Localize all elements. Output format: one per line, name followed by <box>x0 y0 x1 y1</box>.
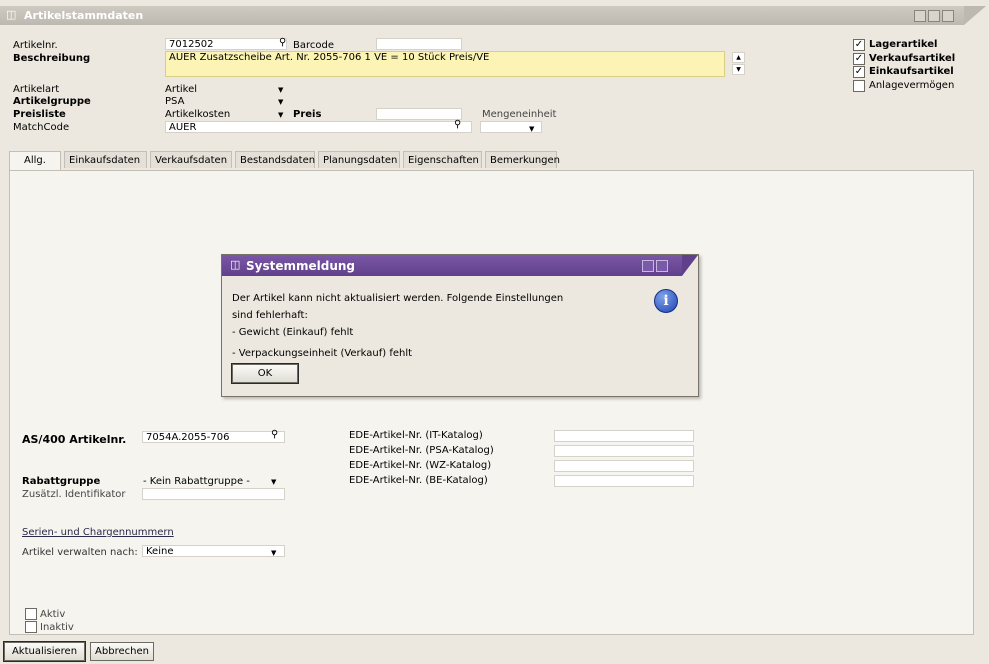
artikelart-label: Artikelart <box>13 84 60 95</box>
barcode-field[interactable] <box>376 38 462 50</box>
preisliste-label: Preisliste <box>13 109 66 120</box>
rabattgruppe-select[interactable]: - Kein Rabattgruppe - <box>143 476 250 487</box>
aktiv-label: Aktiv <box>40 609 66 620</box>
chevron-down-icon[interactable]: ▼ <box>278 86 283 94</box>
ede-row: EDE-Artikel-Nr. (WZ-Katalog) <box>343 460 695 473</box>
inaktiv-label: Inaktiv <box>40 622 74 633</box>
ede-label: EDE-Artikel-Nr. (PSA-Katalog) <box>349 445 494 456</box>
lagerartikel-checkbox[interactable]: ✓ <box>853 39 865 51</box>
tab-planungsdaten[interactable]: Planungsdaten <box>318 151 400 168</box>
verkaufsartikel-checkbox[interactable]: ✓ <box>853 53 865 65</box>
beschreibung-field[interactable]: AUER Zusatzscheibe Art. Nr. 2055-706 1 V… <box>165 51 725 77</box>
mengeneinheit-label: Mengeneinheit <box>482 109 557 120</box>
as400-field[interactable]: 7054A.2055-706 <box>142 431 285 443</box>
abbrechen-button[interactable]: Abbrechen <box>90 642 154 661</box>
lagerartikel-label: Lagerartikel <box>869 39 938 50</box>
search-icon[interactable]: ⚲ <box>279 37 286 48</box>
window-icon: ◫ <box>6 8 17 21</box>
serien-chargen-link[interactable]: Serien- und Chargennummern <box>22 527 174 538</box>
artikelnr-field[interactable]: 7012502 <box>165 38 287 50</box>
chevron-down-icon[interactable]: ▼ <box>278 111 283 119</box>
chevron-down-icon[interactable]: ▼ <box>278 98 283 106</box>
preis-label: Preis <box>293 109 322 120</box>
window-icon: ◫ <box>230 258 241 271</box>
rabattgruppe-label: Rabattgruppe <box>22 476 101 487</box>
chevron-down-icon[interactable]: ▼ <box>271 478 276 486</box>
ede-label: EDE-Artikel-Nr. (WZ-Katalog) <box>349 460 492 471</box>
ede-row: EDE-Artikel-Nr. (PSA-Katalog) <box>343 445 695 458</box>
scroll-down-button[interactable]: ▼ <box>732 64 745 75</box>
matchcode-field[interactable]: AUER <box>165 121 472 133</box>
preisliste-select[interactable]: Artikelkosten <box>165 109 230 120</box>
verkaufsartikel-label: Verkaufsartikel <box>869 53 956 64</box>
matchcode-label: MatchCode <box>13 122 70 133</box>
ede-field[interactable] <box>554 460 694 472</box>
tab-allg[interactable]: Allg. <box>9 151 61 170</box>
window-title: Artikelstammdaten <box>24 9 144 22</box>
tab-bestandsdaten[interactable]: Bestandsdaten <box>235 151 315 168</box>
ede-row: EDE-Artikel-Nr. (BE-Katalog) <box>343 475 695 488</box>
dialog-message-line: sind fehlerhaft: <box>232 310 308 321</box>
artikelgruppe-select[interactable]: PSA <box>165 96 184 107</box>
search-icon[interactable]: ⚲ <box>454 119 461 130</box>
einkaufsartikel-checkbox[interactable]: ✓ <box>853 66 865 78</box>
ede-label: EDE-Artikel-Nr. (BE-Katalog) <box>349 475 488 486</box>
barcode-label: Barcode <box>293 40 334 51</box>
anlagevermoegen-checkbox[interactable] <box>853 80 865 92</box>
preis-field[interactable] <box>376 108 462 120</box>
ede-label: EDE-Artikel-Nr. (IT-Katalog) <box>349 430 483 441</box>
chevron-down-icon[interactable]: ▼ <box>529 125 534 133</box>
dialog-message-line: - Verpackungseinheit (Verkauf) fehlt <box>232 348 413 359</box>
minimize-button[interactable] <box>914 10 926 22</box>
scroll-up-button[interactable]: ▲ <box>732 52 745 63</box>
aktiv-checkbox[interactable] <box>25 608 37 620</box>
verwalten-label: Artikel verwalten nach: <box>22 547 138 558</box>
beschreibung-label: Beschreibung <box>13 53 91 64</box>
search-icon[interactable]: ⚲ <box>271 429 278 440</box>
close-button[interactable] <box>942 10 954 22</box>
window-titlebar[interactable]: ◫ Artikelstammdaten <box>0 6 986 25</box>
tab-verkaufsdaten[interactable]: Verkaufsdaten <box>150 151 232 168</box>
inaktiv-checkbox[interactable] <box>25 621 37 633</box>
dialog-message-line: Der Artikel kann nicht aktualisiert werd… <box>232 293 564 304</box>
dialog-message-line: - Gewicht (Einkauf) fehlt <box>232 327 354 338</box>
zusatz-label: Zusätzl. Identifikator <box>22 489 126 500</box>
ok-button[interactable]: OK <box>231 363 299 384</box>
as400-label: AS/400 Artikelnr. <box>22 433 127 446</box>
ede-row: EDE-Artikel-Nr. (IT-Katalog) <box>343 430 695 443</box>
anlagevermoegen-label: Anlagevermögen <box>869 80 955 91</box>
zusatz-field[interactable] <box>142 488 285 500</box>
einkaufsartikel-label: Einkaufsartikel <box>869 66 954 77</box>
maximize-button[interactable] <box>928 10 940 22</box>
aktualisieren-button[interactable]: Aktualisieren <box>3 641 86 662</box>
artikelnr-label: Artikelnr. <box>13 40 58 51</box>
chevron-down-icon[interactable]: ▼ <box>271 549 276 557</box>
close-button[interactable] <box>656 260 668 272</box>
ede-field[interactable] <box>554 430 694 442</box>
item-master-window: ◫ Artikelstammdaten Artikelnr. 7012502 ⚲… <box>0 0 989 664</box>
ede-field[interactable] <box>554 445 694 457</box>
tab-panel-allg <box>9 170 974 635</box>
minimize-button[interactable] <box>642 260 654 272</box>
tab-bemerkungen[interactable]: Bemerkungen <box>485 151 560 168</box>
system-message-dialog: ◫ Systemmeldung Der Artikel kann nicht a… <box>221 254 699 397</box>
info-icon: i <box>654 289 678 313</box>
ede-field[interactable] <box>554 475 694 487</box>
artikelart-select[interactable]: Artikel <box>165 84 197 95</box>
verwalten-select[interactable]: Keine <box>142 545 285 557</box>
tab-eigenschaften[interactable]: Eigenschaften <box>403 151 482 168</box>
dialog-titlebar[interactable]: ◫ Systemmeldung <box>222 255 698 276</box>
tab-einkaufsdaten[interactable]: Einkaufsdaten <box>64 151 147 168</box>
dialog-title: Systemmeldung <box>246 259 356 273</box>
artikelgruppe-label: Artikelgruppe <box>13 96 91 107</box>
